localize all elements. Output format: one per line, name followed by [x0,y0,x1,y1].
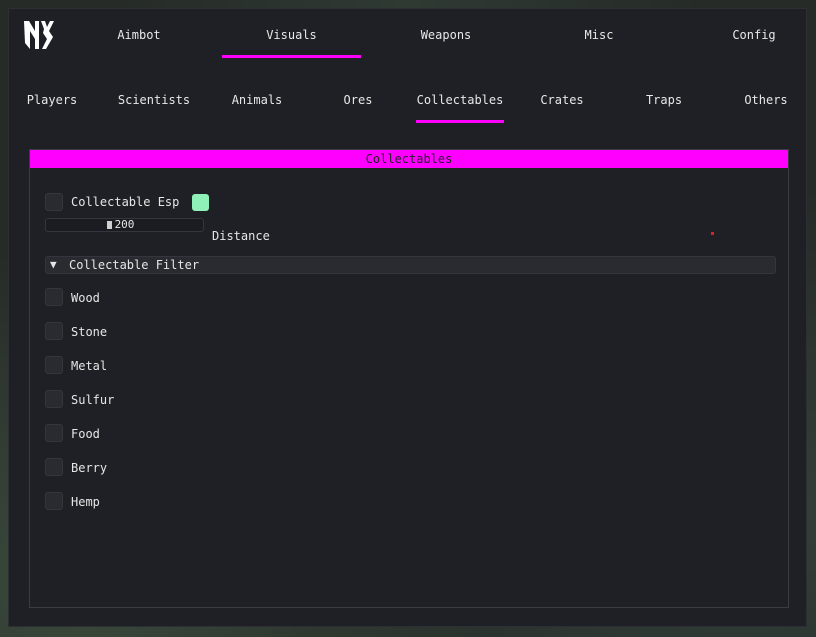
metal-label: Metal [71,359,108,373]
subtab-animals[interactable]: Animals [224,92,290,108]
berry-label: Berry [71,461,108,475]
tab-visuals-underline [222,55,361,58]
slider-grab-handle[interactable] [107,221,112,229]
wood-label: Wood [71,291,100,305]
sulfur-label: Sulfur [71,393,115,407]
collectable-esp-label: Collectable Esp [71,195,180,209]
collectable-filter-header[interactable]: ▼ Collectable Filter [45,256,776,274]
subtab-ores[interactable]: Ores [334,92,382,108]
collectable-filter-title: Collectable Filter [69,258,200,272]
tab-misc[interactable]: Misc [574,27,624,43]
triangle-down-icon: ▼ [50,258,57,271]
cheat-menu-window: Aimbot Visuals Weapons Misc Config Playe… [8,8,807,627]
red-marker-dot [711,232,714,235]
berry-checkbox[interactable] [45,458,63,476]
distance-label: Distance [212,229,270,243]
distance-slider[interactable]: 200 [45,218,204,232]
subtab-crates[interactable]: Crates [534,92,590,108]
stone-checkbox[interactable] [45,322,63,340]
hemp-label: Hemp [71,495,100,509]
panel-title: Collectables [30,150,788,168]
collectable-esp-checkbox[interactable] [45,193,63,211]
ny-logo-icon [24,21,54,49]
metal-checkbox[interactable] [45,356,63,374]
esp-color-swatch[interactable] [192,194,209,211]
sulfur-checkbox[interactable] [45,390,63,408]
hemp-checkbox[interactable] [45,492,63,510]
wood-checkbox[interactable] [45,288,63,306]
tab-aimbot[interactable]: Aimbot [103,27,175,43]
tab-visuals[interactable]: Visuals [222,27,361,43]
food-label: Food [71,427,100,441]
subtab-scientists[interactable]: Scientists [112,92,196,108]
stone-label: Stone [71,325,108,339]
subtab-others[interactable]: Others [739,92,793,108]
subtab-collectables-underline [416,120,504,123]
subtab-players[interactable]: Players [21,92,83,108]
distance-value: 200 [114,218,135,231]
subtab-collectables[interactable]: Collectables [416,92,504,108]
food-checkbox[interactable] [45,424,63,442]
tab-weapons[interactable]: Weapons [411,27,481,43]
subtab-traps[interactable]: Traps [639,92,689,108]
tab-config[interactable]: Config [723,27,785,43]
collectables-panel: Collectables Collectable Esp 200 Distanc… [29,149,789,608]
